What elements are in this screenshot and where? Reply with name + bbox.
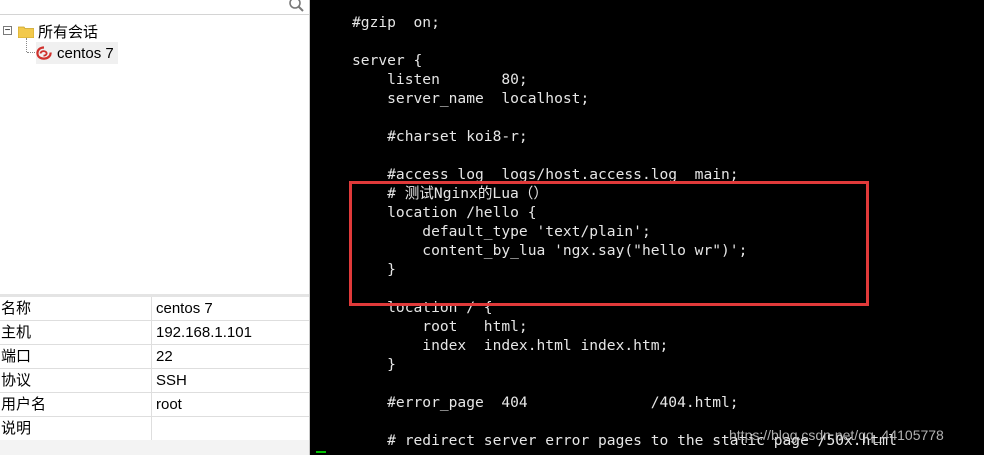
folder-icon [18, 26, 34, 38]
property-row: 用户名 root [0, 393, 309, 417]
session-label: centos 7 [57, 44, 114, 62]
tree-item-label: 所有会话 [38, 23, 99, 41]
property-row: 端口 22 [0, 345, 309, 369]
property-row: 协议 SSH [0, 369, 309, 393]
watermark: https://blog.csdn.net/qq_44105778 [729, 427, 944, 443]
property-key: 说明 [0, 417, 152, 440]
session-icon [36, 46, 52, 60]
terminal-line: listen 80; [352, 71, 528, 88]
property-value: centos 7 [156, 300, 213, 317]
property-key: 主机 [0, 321, 152, 344]
session-manager-panel: − 所有会话 centos 7 名称 centos 7 主机 192.168.1… [0, 0, 310, 455]
property-value: SSH [156, 372, 187, 389]
property-row: 名称 centos 7 [0, 297, 309, 321]
terminal-pane[interactable]: #gzip on; server { listen 80; server_name… [311, 0, 984, 455]
property-value [152, 417, 309, 440]
property-value: root [156, 396, 182, 413]
property-key: 端口 [0, 345, 152, 368]
property-row: 说明 [0, 417, 309, 441]
search-icon[interactable] [288, 0, 306, 14]
tree-connector [27, 52, 35, 53]
property-key: 用户名 [0, 393, 152, 416]
property-key: 协议 [0, 369, 152, 392]
terminal-line: server_name localhost; [352, 90, 590, 107]
search-bar[interactable] [0, 0, 309, 15]
terminal-line: #gzip on; [352, 14, 440, 31]
tree-collapse-toggle[interactable]: − [3, 26, 12, 36]
tree-item-session[interactable]: centos 7 [36, 42, 118, 64]
property-key: 名称 [0, 297, 152, 320]
terminal-line: root html; [352, 318, 528, 335]
tree-item-all-sessions[interactable]: 所有会话 [18, 20, 98, 42]
terminal-line: #error_page 404 /404.html; [352, 394, 739, 411]
tree-connector [26, 38, 28, 52]
properties-table: 名称 centos 7 主机 192.168.1.101 端口 22 协议 SS… [0, 294, 309, 441]
panel-footer [0, 440, 309, 455]
property-value: 22 [156, 348, 173, 365]
terminal-cursor [316, 451, 326, 453]
terminal-line: server { [352, 52, 423, 69]
property-value: 192.168.1.101 [156, 324, 252, 341]
property-row: 主机 192.168.1.101 [0, 321, 309, 345]
highlight-annotation-box [349, 181, 869, 306]
terminal-line: #charset koi8-r; [352, 128, 528, 145]
terminal-line: } [352, 356, 396, 373]
terminal-line: index index.html index.htm; [352, 337, 669, 354]
